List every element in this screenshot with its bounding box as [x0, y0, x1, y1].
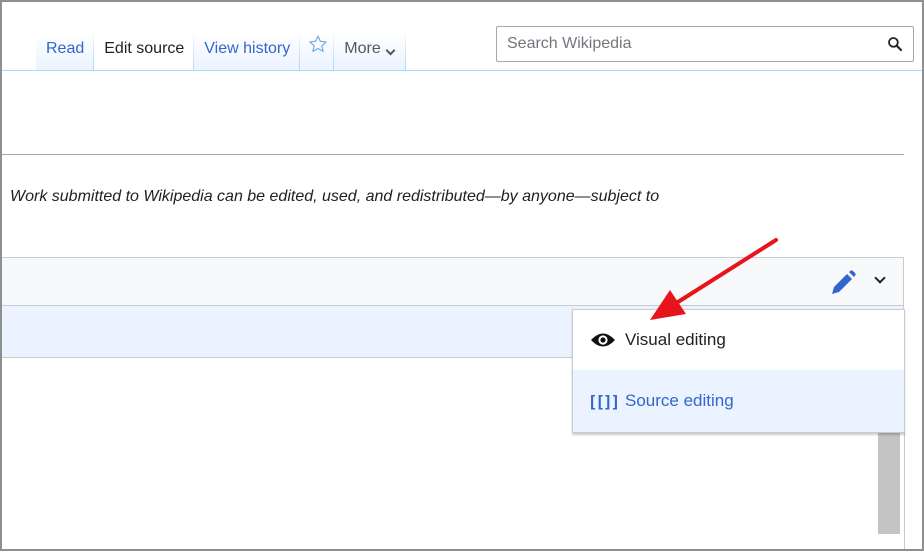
tab-view-history-label: View history	[204, 40, 291, 57]
wikitext-brackets-icon: [[]]	[587, 391, 621, 411]
watch-star-button[interactable]	[300, 2, 335, 71]
menu-item-source-editing-label: Source editing	[625, 391, 734, 410]
pencil-icon	[832, 270, 856, 294]
scrollbar-thumb[interactable]	[878, 430, 900, 534]
page-actions-tabs: Read Edit source View history More	[36, 2, 407, 71]
menu-item-visual-editing-label: Visual editing	[625, 330, 726, 349]
chevron-down-icon	[385, 45, 396, 56]
tab-view-history[interactable]: View history	[194, 2, 301, 71]
more-menu-button[interactable]: More	[334, 2, 407, 71]
editor-toolbar	[2, 257, 904, 306]
eye-icon	[590, 330, 616, 350]
star-icon	[309, 35, 328, 53]
heading-rule	[2, 154, 904, 155]
search-icon[interactable]	[887, 36, 903, 52]
tab-edit-source[interactable]: Edit source	[94, 2, 195, 71]
menu-item-source-editing[interactable]: [[]] Source editing	[573, 370, 904, 432]
tab-edit-source-label: Edit source	[104, 40, 185, 57]
edit-mode-switch-button[interactable]	[828, 270, 862, 296]
browser-viewport: Read Edit source View history More Work …	[0, 0, 924, 551]
menu-item-visual-editing[interactable]: Visual editing	[573, 310, 904, 370]
license-notice: Work submitted to Wikipedia can be edite…	[10, 188, 660, 205]
tab-read[interactable]: Read	[36, 2, 95, 71]
search-input[interactable]	[497, 27, 857, 61]
tab-read-label: Read	[46, 40, 85, 57]
tabs-divider	[2, 70, 922, 71]
more-menu-label: More	[344, 40, 381, 57]
edit-mode-dropdown: Visual editing [[]] Source editing	[572, 309, 905, 433]
search-box	[496, 26, 914, 62]
